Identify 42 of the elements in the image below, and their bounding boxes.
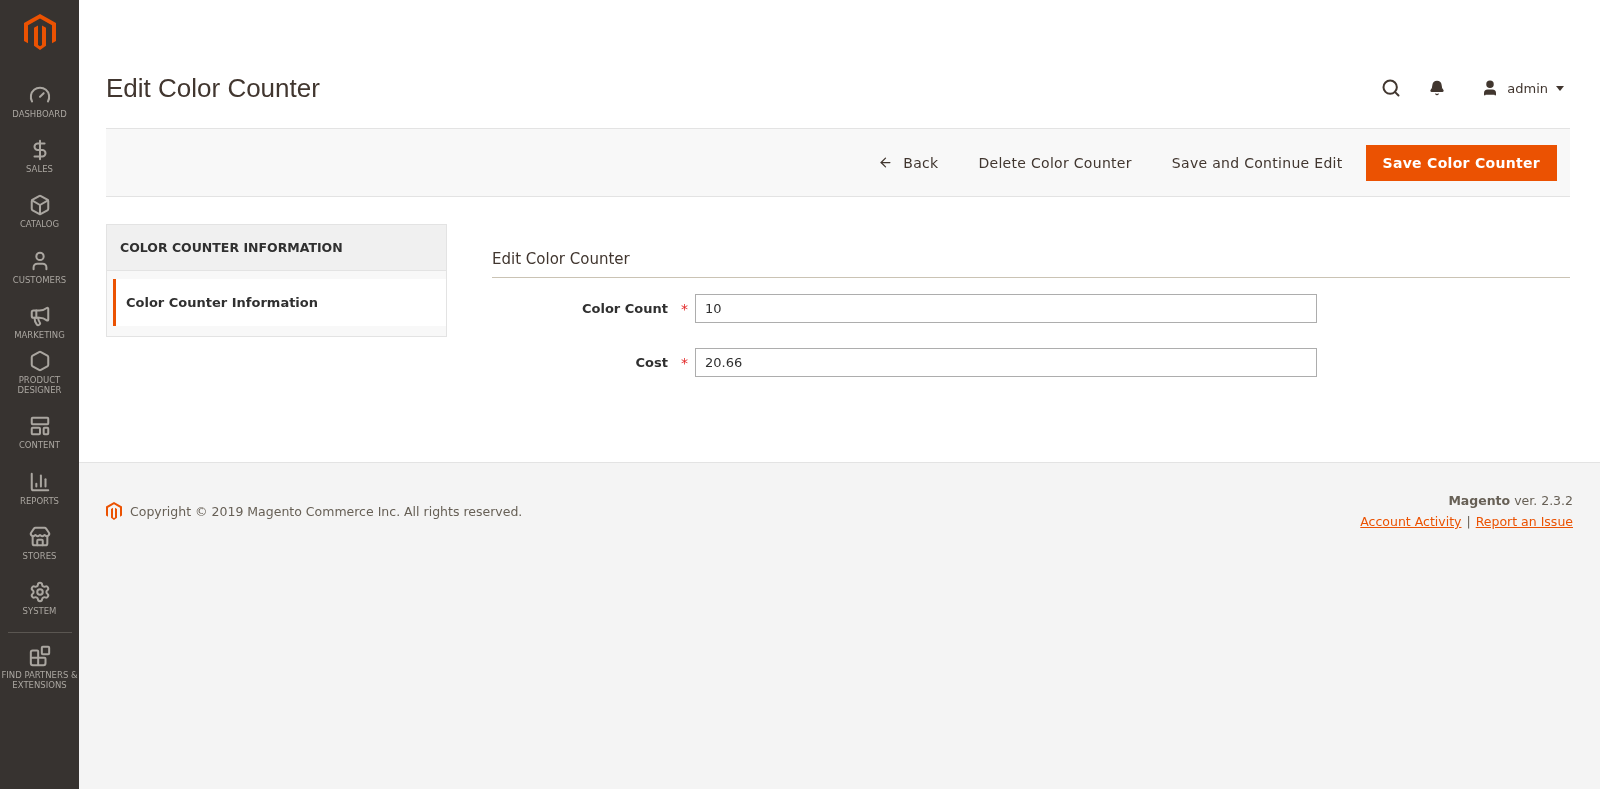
save-button[interactable]: Save Color Counter bbox=[1365, 144, 1557, 181]
sidebar-item[interactable]: PRODUCT DESIGNER bbox=[0, 345, 79, 400]
tabs-title: COLOR COUNTER INFORMATION bbox=[107, 225, 446, 271]
sidebar-item[interactable]: CONTENT bbox=[0, 411, 79, 455]
action-button[interactable]: Delete Color Counter bbox=[961, 144, 1149, 181]
sidebar-item[interactable]: DASHBOARD bbox=[0, 80, 79, 124]
input-field[interactable]: 10 bbox=[695, 294, 1317, 323]
storefront-icon bbox=[28, 525, 51, 548]
sidebar-item[interactable]: CUSTOMERS bbox=[0, 245, 79, 289]
logo-icon bbox=[106, 502, 122, 520]
tab[interactable]: Color Counter Information bbox=[113, 279, 446, 326]
footer-link[interactable]: Account Activity bbox=[1360, 514, 1462, 529]
hexagon-icon bbox=[28, 349, 51, 372]
sidebar-item[interactable]: CATALOG bbox=[0, 190, 79, 234]
user-menu-button[interactable]: admin bbox=[1475, 78, 1570, 98]
form-title: Edit Color Counter bbox=[492, 250, 1570, 278]
required-mark: * bbox=[680, 354, 689, 371]
field-label: Color Count bbox=[581, 301, 669, 316]
logo-icon[interactable] bbox=[23, 14, 56, 50]
field-label: Cost bbox=[634, 355, 669, 370]
sidebar-item[interactable]: SALES bbox=[0, 135, 79, 179]
copyright-text: Copyright © 2019 Magento Commerce Inc. All rights reserved. bbox=[130, 503, 523, 519]
caret-icon bbox=[1556, 85, 1564, 91]
bar-chart-icon bbox=[28, 470, 51, 493]
sidebar-item[interactable]: REPORTS bbox=[0, 466, 79, 510]
settings-icon bbox=[28, 580, 51, 603]
sidebar-item[interactable]: FIND PARTNERS & EXTENSIONS bbox=[0, 641, 79, 695]
action-button[interactable]: Save and Continue Edit bbox=[1154, 144, 1360, 181]
version-text: Magento ver. 2.3.2 bbox=[1448, 493, 1573, 508]
footer-link[interactable]: Report an Issue bbox=[1475, 514, 1573, 529]
required-mark: * bbox=[680, 300, 689, 317]
sidebar-item[interactable]: MARKETING bbox=[0, 300, 79, 344]
back-button[interactable]: Back bbox=[861, 144, 956, 181]
page-title: Edit Color Counter bbox=[106, 72, 321, 104]
link-separator: | bbox=[1466, 514, 1471, 529]
sidebar-item[interactable]: SYSTEM bbox=[0, 576, 79, 621]
input-field[interactable]: 20.66 bbox=[695, 348, 1317, 377]
sidebar-item[interactable]: STORES bbox=[0, 521, 79, 565]
megaphone-icon bbox=[28, 304, 51, 327]
layout-icon bbox=[28, 415, 51, 438]
blocks-icon bbox=[28, 645, 51, 668]
box-icon bbox=[28, 194, 51, 217]
